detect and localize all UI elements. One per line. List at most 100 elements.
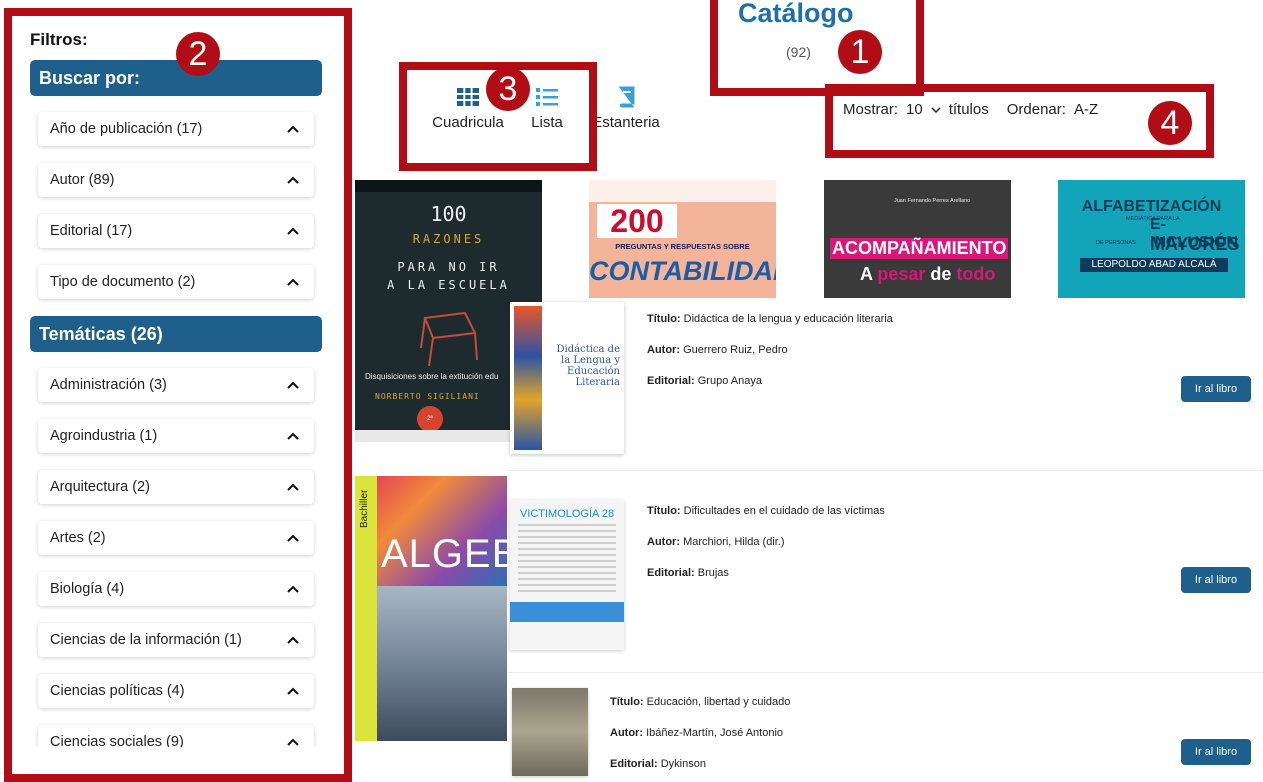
go-to-book-button[interactable]: Ir al libro — [1181, 567, 1251, 593]
cover-text: CONTABILIDAD — [589, 256, 776, 286]
cover-text: todo — [956, 264, 996, 284]
grid-icon — [457, 88, 479, 106]
filter-topic-ciencias-informacion[interactable]: Ciencias de la información (1) — [38, 623, 314, 657]
callout-badge-3: 3 — [486, 67, 530, 111]
book-author: Guerrero Ruiz, Pedro — [683, 344, 788, 356]
cover-text: Disquisiciones sobre la extitución edu — [365, 372, 499, 381]
list-item-2-info: Título: Dificultades en el cuidado de la… — [647, 505, 885, 598]
list-icon — [536, 88, 558, 106]
chevron-up-icon — [287, 227, 299, 235]
filter-topic-ciencias-politicas[interactable]: Ciencias políticas (4) — [38, 674, 314, 708]
view-shelf-button[interactable]: Estanteria — [590, 86, 662, 131]
cover-text: ALFABETIZACIÓN — [1081, 198, 1222, 215]
book-author: Marchiori, Hilda (dir.) — [683, 536, 785, 548]
chevron-up-icon — [287, 738, 299, 746]
filter-label: Ciencias políticas (4) — [50, 683, 185, 699]
view-shelf-label: Estanteria — [592, 114, 660, 131]
cover-text: VICTIMOLOGÍA 28 — [519, 508, 615, 520]
cover-text: ALGEBRA — [381, 532, 507, 576]
cover-text: Juan Fernando Perres Arellano — [894, 198, 971, 204]
callout-badge-4: 4 — [1148, 101, 1192, 145]
chair-illustration — [420, 311, 478, 367]
chevron-up-icon — [287, 432, 299, 440]
view-grid-label: Cuadricula — [432, 114, 504, 131]
search-by-header[interactable]: Buscar por: — [30, 60, 322, 96]
field-label: Autor: — [610, 727, 643, 739]
filter-label: Ciencias de la información (1) — [50, 632, 242, 648]
field-label: Autor: — [647, 536, 680, 548]
results-count: (92) — [786, 44, 811, 60]
chevron-up-icon — [287, 381, 299, 389]
filter-doctype[interactable]: Tipo de documento (2) — [38, 265, 314, 299]
filter-label: Artes (2) — [50, 530, 106, 546]
chevron-up-icon — [287, 534, 299, 542]
cover-text: 2ª edición — [417, 406, 443, 432]
go-to-book-button[interactable]: Ir al libro — [1181, 739, 1251, 765]
filter-label: Año de publicación (17) — [50, 121, 203, 137]
book-cover-acompanamiento[interactable]: Juan Fernando Perres Arellano ACOMPAÑAMI… — [824, 180, 1011, 298]
book-title: Dificultades en el cuidado de las víctim… — [683, 505, 885, 517]
titles-label: títulos — [948, 101, 989, 118]
chevron-up-icon — [287, 176, 299, 184]
filter-topic-artes[interactable]: Artes (2) — [38, 521, 314, 555]
chevron-up-icon — [287, 585, 299, 593]
book-publisher: Grupo Anaya — [697, 375, 762, 387]
field-label: Título: — [610, 696, 644, 708]
cover-text: NORBERTO SIGILIANI — [375, 392, 480, 401]
page-size-value: 10 — [906, 101, 923, 118]
cover-text: A LA ESCUELA — [387, 278, 510, 292]
field-label: Editorial: — [647, 375, 695, 387]
filter-label: Editorial (17) — [50, 223, 133, 239]
filter-topic-ciencias-sociales[interactable]: Ciencias sociales (9) — [38, 725, 314, 747]
book-cover-200-preguntas[interactable]: 200 PREGUNTAS Y RESPUESTAS SOBRE CONTABI… — [589, 180, 776, 298]
view-list-label: Lista — [531, 114, 563, 131]
book-cover-victimologia[interactable]: VICTIMOLOGÍA 28 — [510, 500, 624, 650]
book-cover-alfabetizacion[interactable]: ALFABETIZACIÓN MEDIÁTICA PARA LA E-INCLU… — [1058, 180, 1245, 298]
chevron-up-icon — [287, 687, 299, 695]
filter-label: Tipo de documento (2) — [50, 274, 196, 290]
cover-text: DE PERSONAS — [1096, 240, 1136, 246]
cover-text: 200 — [597, 204, 677, 238]
chevron-up-icon — [287, 125, 299, 133]
cover-text: RAZONES — [412, 232, 485, 246]
field-label: Editorial: — [610, 758, 658, 770]
cover-text: de — [925, 264, 957, 284]
filter-publisher[interactable]: Editorial (17) — [38, 214, 314, 248]
order-value: A-Z — [1073, 101, 1099, 118]
book-cover-didactica[interactable]: Didáctica de la Lengua y Educación Liter… — [510, 302, 624, 454]
filter-sidebar: Filtros: Buscar por: Año de publicación … — [30, 22, 322, 747]
book-cover-educacion-libertad[interactable] — [512, 688, 588, 776]
filter-label: Administración (3) — [50, 377, 167, 393]
filter-topic-agroindustria[interactable]: Agroindustria (1) — [38, 419, 314, 453]
cover-text: Didáctica de la Lengua y Educación Liter… — [556, 344, 620, 388]
cover-text: PREGUNTAS Y RESPUESTAS SOBRE — [615, 242, 750, 251]
filter-label: Ciencias sociales (9) — [50, 734, 184, 747]
chevron-up-icon — [287, 636, 299, 644]
book-icon — [619, 86, 635, 108]
field-label: Título: — [647, 313, 681, 325]
list-divider — [507, 470, 1263, 471]
book-title: Didáctica de la lengua y educación liter… — [683, 313, 893, 325]
page-title: Catálogo — [738, 0, 854, 28]
filter-topic-arquitectura[interactable]: Arquitectura (2) — [38, 470, 314, 504]
topics-header[interactable]: Temáticas (26) — [30, 316, 322, 352]
book-title: Educación, libertad y cuidado — [646, 696, 791, 708]
book-cover-algebra[interactable]: Bachiller ALGEBRA — [355, 476, 507, 741]
book-publisher: Dykinson — [660, 758, 706, 770]
cover-text: A — [860, 264, 878, 284]
order-select[interactable]: A-Z — [1072, 101, 1100, 118]
chevron-down-icon — [931, 106, 941, 113]
order-label: Ordenar: — [1006, 101, 1066, 118]
go-to-book-button[interactable]: Ir al libro — [1181, 376, 1251, 402]
filter-label: Biología (4) — [50, 581, 125, 597]
filter-year[interactable]: Año de publicación (17) — [38, 112, 314, 146]
list-controls: Mostrar: 10 títulos Ordenar: A-Z — [843, 101, 1100, 118]
chevron-up-icon — [287, 483, 299, 491]
page-size-select[interactable]: 10 — [904, 101, 943, 118]
filter-author[interactable]: Autor (89) — [38, 163, 314, 197]
filter-topic-administracion[interactable]: Administración (3) — [38, 368, 314, 402]
book-author: Ibáñez-Martín, José Antonio — [646, 727, 784, 739]
cover-text: ACOMPAÑAMIENTO — [830, 238, 1009, 259]
filter-topic-biologia[interactable]: Biología (4) — [38, 572, 314, 606]
cover-text: Bachiller — [359, 489, 370, 528]
